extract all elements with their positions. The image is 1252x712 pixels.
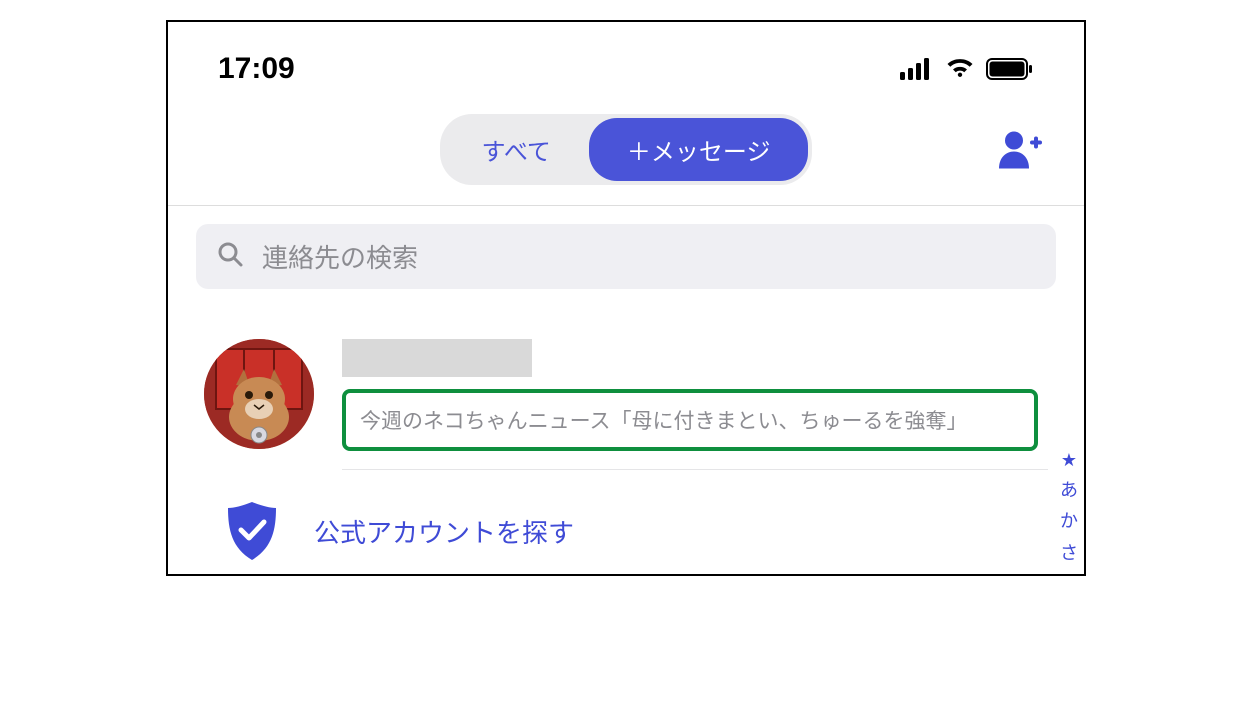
status-highlight-box: 今週のネコちゃんニュース「母に付きまとい、ちゅーるを強奪」 — [342, 389, 1038, 451]
avatar — [204, 339, 314, 449]
index-a[interactable]: あ — [1060, 479, 1078, 502]
status-time: 17:09 — [218, 52, 295, 86]
shield-check-icon — [224, 500, 280, 562]
wifi-icon — [944, 57, 976, 81]
index-bar: ★ あ か さ た な — [1060, 450, 1078, 576]
contact-status-message: 今週のネコちゃんニュース「母に付きまとい、ちゅーるを強奪」 — [360, 405, 1020, 435]
cellular-signal-icon — [900, 58, 934, 80]
find-official-accounts[interactable]: 公式アカウントを探す — [168, 470, 1084, 574]
official-accounts-label: 公式アカウントを探す — [314, 513, 574, 550]
tab-all[interactable]: すべて — [444, 118, 589, 181]
search-icon — [216, 240, 244, 273]
index-ka[interactable]: か — [1060, 510, 1078, 533]
battery-icon — [986, 58, 1034, 80]
search-input[interactable]: 連絡先の検索 — [196, 224, 1056, 289]
contact-row[interactable]: 今週のネコちゃんニュース「母に付きまとい、ちゅーるを強奪」 — [168, 329, 1084, 470]
contact-body: 今週のネコちゃんニュース「母に付きまとい、ちゅーるを強奪」 — [342, 339, 1048, 470]
add-contact-button[interactable] — [996, 128, 1044, 173]
contact-name-redacted — [342, 339, 532, 377]
search-placeholder: 連絡先の検索 — [262, 238, 418, 275]
status-bar: 17:09 — [168, 22, 1084, 96]
index-ta[interactable]: た — [1060, 573, 1078, 576]
tab-plus-message[interactable]: ＋メッセージ — [589, 118, 809, 181]
segmented-control: すべて ＋メッセージ — [440, 114, 813, 185]
status-icons — [900, 57, 1034, 81]
nav-bar: すべて ＋メッセージ — [168, 96, 1084, 206]
app-screen: 17:09 — [166, 20, 1086, 576]
index-star[interactable]: ★ — [1061, 450, 1077, 471]
index-sa[interactable]: さ — [1060, 542, 1078, 565]
search-wrapper: 連絡先の検索 — [168, 206, 1084, 299]
contact-list: 今週のネコちゃんニュース「母に付きまとい、ちゅーるを強奪」 公式アカウントを探す — [168, 299, 1084, 574]
